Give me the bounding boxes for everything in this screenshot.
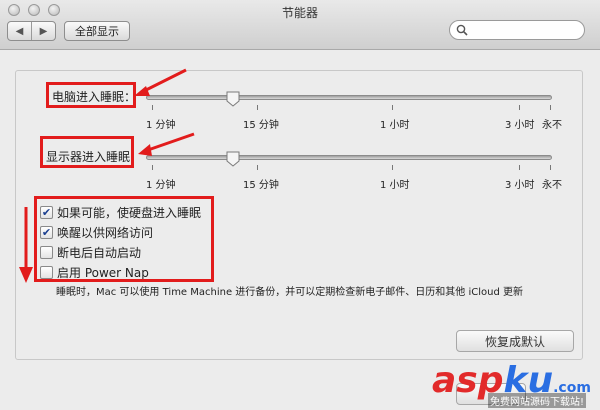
tick-label: 1 小时	[380, 120, 410, 131]
tick-mark	[392, 165, 393, 170]
tick-label: 15 分钟	[243, 120, 279, 131]
display-sleep-slider-thumb[interactable]	[226, 151, 240, 167]
tick-label: 3 小时	[505, 120, 535, 131]
tick-label: 1 分钟	[146, 120, 176, 131]
display-sleep-slider[interactable]	[146, 155, 552, 160]
tick-label: 1 分钟	[146, 180, 176, 191]
tick-mark	[519, 165, 520, 170]
computer-sleep-slider-thumb[interactable]	[226, 91, 240, 107]
tick-label: 永不	[542, 180, 562, 191]
annotation-arrow-icon	[19, 207, 33, 283]
annotation-arrow-icon	[134, 68, 187, 96]
back-icon[interactable]: ◀	[8, 22, 31, 40]
window-toolbar: 节能器 ◀ ▶ 全部显示	[0, 0, 600, 50]
tick-label: 1 小时	[380, 180, 410, 191]
annotation-box	[46, 82, 136, 108]
tick-mark	[550, 105, 551, 110]
tick-mark	[257, 105, 258, 110]
tick-label: 3 小时	[505, 180, 535, 191]
window-title: 节能器	[281, 6, 318, 20]
tick-mark	[257, 165, 258, 170]
computer-sleep-slider[interactable]	[146, 95, 552, 100]
tick-label: 15 分钟	[243, 180, 279, 191]
nav-buttons: ◀ ▶	[7, 21, 56, 41]
watermark-subtitle: 免费网站源码下载站!	[488, 393, 587, 408]
annotation-box	[34, 196, 214, 282]
power-nap-description: 睡眠时，Mac 可以使用 Time Machine 进行备份，并可以定期检查新电…	[56, 287, 524, 298]
tick-label: 永不	[542, 120, 562, 131]
search-icon	[456, 24, 468, 36]
tick-mark	[392, 105, 393, 110]
search-input[interactable]	[449, 20, 585, 40]
show-all-button[interactable]: 全部显示	[64, 21, 130, 41]
tick-mark	[152, 105, 153, 110]
restore-defaults-button[interactable]: 恢复成默认	[456, 330, 574, 352]
forward-icon[interactable]: ▶	[31, 22, 55, 40]
annotation-arrow-icon	[138, 132, 195, 156]
tick-mark	[519, 105, 520, 110]
tick-mark	[152, 165, 153, 170]
tick-mark	[550, 165, 551, 170]
annotation-box	[40, 136, 134, 168]
